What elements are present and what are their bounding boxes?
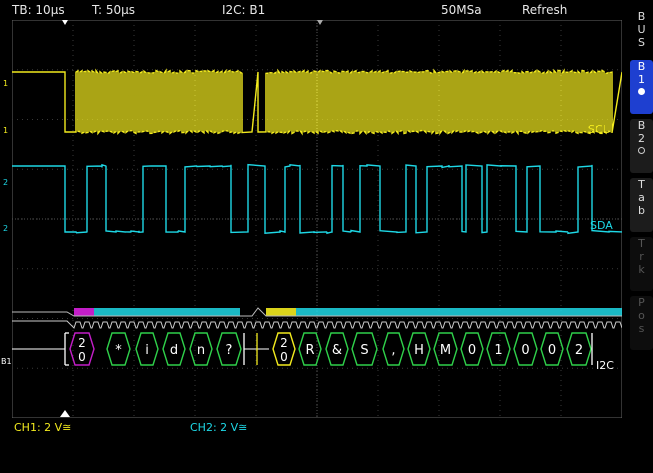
bus-data-byte: 0: [548, 343, 556, 358]
sidebar-track-label: Trk: [638, 237, 645, 276]
bus-data-byte: H: [414, 343, 424, 358]
ch1-scale-readout[interactable]: CH1: 2 V≅: [14, 421, 71, 434]
bus-address-low: 0: [78, 350, 86, 364]
waveform-display[interactable]: 20 * i d n? 20 R & S, H M 0 1 0 0 2 SCL SDA I2C: [12, 20, 622, 418]
bus-data-byte: ?: [226, 343, 233, 358]
sample-rate-readout: 50MSa: [441, 3, 482, 17]
channel-scale-bar: CH1: 2 V≅ CH2: 2 V≅: [0, 418, 622, 473]
bus-b2-button[interactable]: B2: [630, 119, 653, 173]
ch1-marker-bottom: 1: [3, 126, 9, 135]
ch2-marker-bottom: 2: [3, 224, 9, 233]
ch1-marker-top: 1: [3, 79, 9, 88]
ch1-label: SCL: [588, 123, 610, 136]
bus-track-button: Trk: [630, 237, 653, 291]
bus-address-high: 2: [78, 336, 86, 350]
bus-protocol-label: I2C: [596, 359, 614, 372]
bus-data-byte: d: [170, 343, 178, 358]
bus-address-high: 2: [280, 336, 288, 350]
trigger-time-readout[interactable]: T: 50µs: [92, 3, 135, 17]
sidebar-b2-label: B2: [637, 119, 646, 145]
ch2-scale-readout[interactable]: CH2: 2 V≅: [190, 421, 247, 434]
bus-data-byte: 1: [494, 343, 502, 358]
acquisition-mode-readout[interactable]: Refresh: [522, 3, 567, 17]
sidebar-bus_menu-label: BUS: [637, 10, 646, 49]
bus-data-byte: S: [360, 343, 368, 358]
sidebar-b1-label: B1: [637, 60, 646, 86]
bus-data-byte: n: [197, 343, 205, 358]
bus-data-byte: 0: [468, 343, 476, 358]
bus-data-byte: R: [305, 343, 314, 358]
bus-data-byte: M: [440, 343, 451, 358]
unselected-radio-icon: [638, 147, 645, 154]
bus-b1-button[interactable]: B1: [630, 60, 653, 114]
sidebar-pos-label: Pos: [638, 296, 645, 335]
timebase-readout[interactable]: TB: 10µs: [12, 3, 65, 17]
bus-data-byte: *: [115, 343, 122, 358]
trigger-source-readout[interactable]: I2C: B1: [222, 3, 265, 17]
bus-data-byte: &: [332, 343, 342, 358]
bus-data-byte: 0: [521, 343, 529, 358]
ch2-marker-top: 2: [3, 178, 9, 187]
ch2-label: SDA: [590, 219, 613, 232]
bus-position-button: Pos: [630, 296, 653, 350]
bus-table-button[interactable]: Tab: [630, 178, 653, 232]
selected-radio-icon: [638, 88, 645, 95]
sidebar-table-label: Tab: [638, 178, 645, 217]
bus-data-byte: ,: [391, 343, 395, 358]
status-bar: TB: 10µs T: 50µs I2C: B1 50MSa Refresh: [0, 0, 622, 20]
bus-data-byte: i: [145, 343, 149, 358]
bus-address-low: 0: [280, 350, 288, 364]
bus-marker-label: B1: [1, 357, 12, 366]
bus-data-byte: 2: [575, 343, 583, 358]
bus-menu-title: BUS: [630, 10, 653, 56]
bus-softkey-menu: BUS B1 B2 Tab Trk Pos: [626, 0, 653, 473]
